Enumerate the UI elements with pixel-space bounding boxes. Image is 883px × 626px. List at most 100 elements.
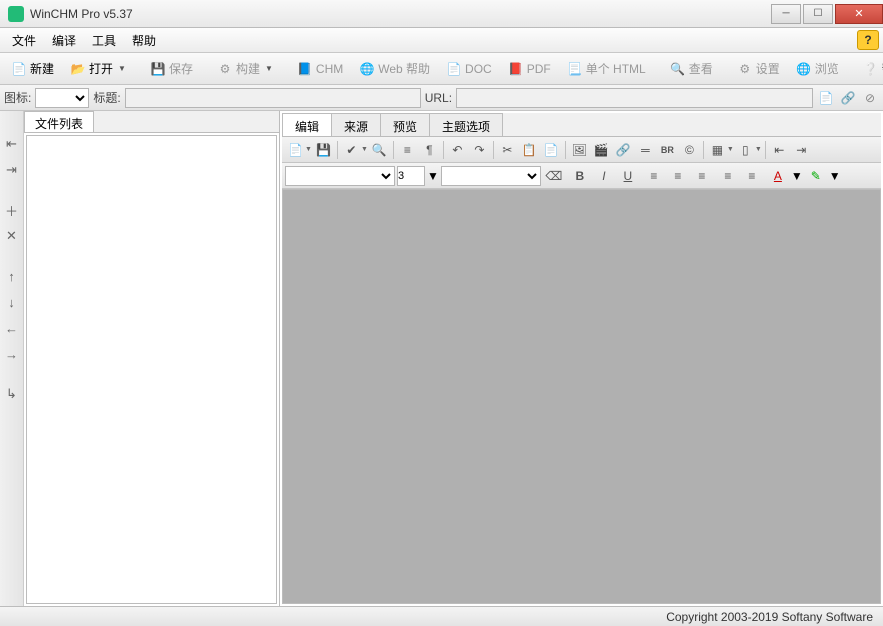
window-titlebar: WinCHM Pro v5.37: [0, 0, 883, 28]
tab-preview[interactable]: 预览: [380, 113, 430, 136]
doc-icon[interactable]: 📄: [285, 140, 306, 160]
help-icon[interactable]: ?: [857, 30, 879, 50]
window-buttons: [769, 4, 883, 24]
close-button[interactable]: [835, 4, 883, 24]
clear-format-icon[interactable]: ⌫: [543, 166, 565, 186]
align-icon[interactable]: ≡: [397, 140, 418, 160]
moveleft-icon[interactable]: ←: [3, 319, 21, 337]
web-label: Web 帮助: [378, 60, 430, 77]
fontsize-input[interactable]: [397, 166, 425, 186]
fontcolor-icon[interactable]: A: [767, 166, 789, 186]
outdent-icon[interactable]: ⇤: [3, 135, 21, 153]
image-icon[interactable]: 🖼: [569, 140, 590, 160]
tab-source[interactable]: 来源: [331, 113, 381, 136]
right-pane: 编辑 来源 预览 主题选项 📄▼ 💾 ✔▼ 🔍 ≡ ¶ ↶ ↷ ✂ 📋 📄 🖼 …: [280, 111, 883, 606]
editor-canvas[interactable]: [282, 189, 881, 604]
align-left-icon[interactable]: ≡: [643, 166, 665, 186]
tab-theme[interactable]: 主题选项: [429, 113, 503, 136]
save-button[interactable]: 💾保存: [143, 56, 200, 81]
main-toolbar: 📄新建 📂打开▼ 💾保存 ⚙构建▼ 📘CHM 🌐Web 帮助 📄DOC 📕PDF…: [0, 53, 883, 85]
italic-icon[interactable]: I: [593, 166, 615, 186]
moveright-icon[interactable]: →: [3, 345, 21, 363]
align-center-icon[interactable]: ≡: [667, 166, 689, 186]
url-label: URL:: [425, 91, 452, 105]
new-icon: 📄: [11, 61, 27, 77]
menu-edit[interactable]: 编译: [44, 29, 84, 52]
save-icon[interactable]: 💾: [313, 140, 334, 160]
url-link-icon[interactable]: 🔗: [839, 89, 857, 107]
url-input[interactable]: [456, 88, 813, 108]
open-label: 打开: [89, 60, 113, 77]
tab-edit[interactable]: 编辑: [282, 113, 332, 136]
link-icon[interactable]: 🔗: [613, 140, 634, 160]
menu-bar: 文件 编译 工具 帮助 ?: [0, 28, 883, 53]
bgcolor-icon[interactable]: ✎: [805, 166, 827, 186]
paste-icon[interactable]: 📄: [541, 140, 562, 160]
redo-icon[interactable]: ↷: [469, 140, 490, 160]
open-dropdown-icon: ▼: [118, 64, 126, 73]
url-copy-icon[interactable]: 📄: [817, 89, 835, 107]
cut-icon[interactable]: ✂: [497, 140, 518, 160]
browse-icon: 🌐: [796, 61, 812, 77]
undo-icon[interactable]: ↶: [447, 140, 468, 160]
add-icon[interactable]: ＋: [3, 201, 21, 219]
align-right-icon[interactable]: ≡: [691, 166, 713, 186]
tab-filelist[interactable]: 文件列表: [24, 111, 94, 132]
font-select[interactable]: [285, 166, 395, 186]
outdent2-icon[interactable]: ⇤: [769, 140, 790, 160]
help-button[interactable]: ❔帮助: [856, 56, 883, 81]
copyright-icon[interactable]: ©: [679, 140, 700, 160]
doc-button[interactable]: 📄DOC: [439, 57, 499, 81]
copy-icon[interactable]: 📋: [519, 140, 540, 160]
maximize-button[interactable]: [803, 4, 833, 24]
new-label: 新建: [30, 60, 54, 77]
html-button[interactable]: 📃单个 HTML: [560, 56, 653, 81]
find-icon[interactable]: 🔍: [369, 140, 390, 160]
view-label: 查看: [689, 60, 713, 77]
html-label: 单个 HTML: [586, 60, 646, 77]
build-button[interactable]: ⚙构建▼: [210, 56, 280, 81]
icon-select[interactable]: [35, 88, 89, 108]
view-button[interactable]: 🔍查看: [663, 56, 720, 81]
hr-icon[interactable]: ═: [635, 140, 656, 160]
menu-file[interactable]: 文件: [4, 29, 44, 52]
view-icon: 🔍: [670, 61, 686, 77]
pdf-button[interactable]: 📕PDF: [501, 57, 558, 81]
movedown-icon[interactable]: ↓: [3, 293, 21, 311]
bullist-icon[interactable]: ≡: [741, 166, 763, 186]
paragraph-icon[interactable]: ¶: [419, 140, 440, 160]
cell-icon[interactable]: ▯: [735, 140, 756, 160]
table-icon[interactable]: ▦: [707, 140, 728, 160]
new-button[interactable]: 📄新建: [4, 56, 61, 81]
left-pane: ⇤ ⇥ ＋ ✕ ↑ ↓ ← → ↳ 文件列表: [0, 111, 280, 606]
menu-tools[interactable]: 工具: [84, 29, 124, 52]
media-icon[interactable]: 🎬: [591, 140, 612, 160]
br-label[interactable]: BR: [657, 140, 678, 160]
editor-toolbar-1: 📄▼ 💾 ✔▼ 🔍 ≡ ¶ ↶ ↷ ✂ 📋 📄 🖼 🎬 🔗 ═ BR © ▦▼ …: [282, 137, 881, 163]
chm-button[interactable]: 📘CHM: [290, 57, 350, 81]
left-main: 文件列表: [24, 111, 279, 606]
web-button[interactable]: 🌐Web 帮助: [352, 56, 437, 81]
bold-icon[interactable]: B: [569, 166, 591, 186]
style-select[interactable]: [441, 166, 541, 186]
build-dropdown-icon: ▼: [265, 64, 273, 73]
insert-icon[interactable]: ↳: [3, 385, 21, 403]
pdf-label: PDF: [527, 62, 551, 76]
settings-button[interactable]: ⚙设置: [730, 56, 787, 81]
indent2-icon[interactable]: ⇥: [791, 140, 812, 160]
minimize-button[interactable]: [771, 4, 801, 24]
title-input[interactable]: [125, 88, 421, 108]
chm-icon: 📘: [297, 61, 313, 77]
file-tree[interactable]: [26, 135, 277, 604]
browse-button[interactable]: 🌐浏览: [789, 56, 846, 81]
spellcheck-icon[interactable]: ✔: [341, 140, 362, 160]
moveup-icon[interactable]: ↑: [3, 267, 21, 285]
url-clear-icon[interactable]: ⊘: [861, 89, 879, 107]
underline-icon[interactable]: U: [617, 166, 639, 186]
editor-toolbar-2: ▼ ⌫ B I U ≡ ≡ ≡ ≡ ≡ A▼ ✎▼: [282, 163, 881, 189]
open-button[interactable]: 📂打开▼: [63, 56, 133, 81]
menu-help[interactable]: 帮助: [124, 29, 164, 52]
indent-icon[interactable]: ⇥: [3, 161, 21, 179]
delete-icon[interactable]: ✕: [3, 227, 21, 245]
numlist-icon[interactable]: ≡: [717, 166, 739, 186]
